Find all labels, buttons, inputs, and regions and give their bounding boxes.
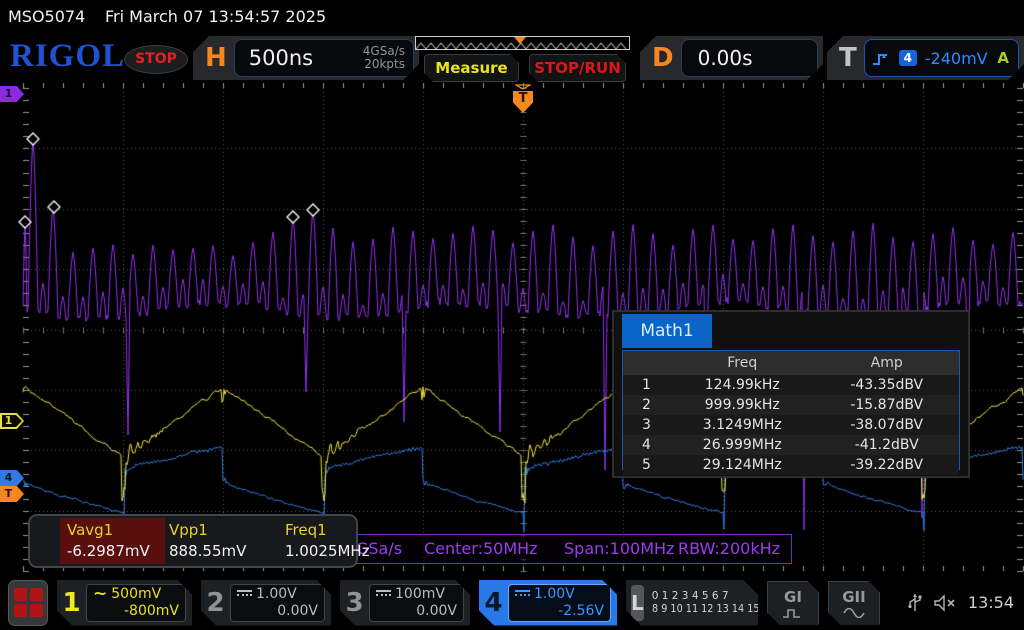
- dc-coupling-icon: [515, 590, 530, 598]
- peak-table: Freq Amp 1124.99kHz-43.35dBV 2999.99kHz-…: [622, 350, 960, 470]
- datetime-text: Fri March 07 13:54:57 2025: [105, 7, 326, 26]
- preview-trigger-marker-icon[interactable]: [514, 37, 526, 44]
- math1-peak-table-popup: Math1 Freq Amp 1124.99kHz-43.35dBV 2999.…: [612, 310, 970, 478]
- channel-1-block[interactable]: 1 ~ 500mV -800mV: [57, 580, 192, 626]
- ch3-scale: 100mV: [395, 586, 445, 603]
- delay-label: D: [652, 43, 674, 73]
- clock: 13:54: [968, 593, 1014, 612]
- trigger-source-badge: 4: [899, 50, 917, 66]
- memory-depth: 20kpts: [363, 58, 405, 71]
- delay-settings-group[interactable]: D 0.00s: [640, 36, 823, 80]
- peak-row: 529.124MHz-39.22dBV: [623, 455, 959, 475]
- ch3-offset: 0.00V: [416, 603, 457, 620]
- usb-icon: [908, 593, 922, 613]
- measurement-popup: Vavg1 -6.2987mV Vpp1 888.55mV Freq1 1.00…: [28, 514, 358, 568]
- delay-box[interactable]: 0.00s: [681, 39, 818, 77]
- trigger-position-outline-icon: [515, 84, 531, 90]
- trigger-label: T: [839, 43, 857, 73]
- run-state-badge[interactable]: STOP: [124, 45, 188, 74]
- ac-coupling-icon: ~: [93, 589, 107, 599]
- measurement-freq1[interactable]: Freq1 1.0025MHz: [278, 518, 365, 564]
- channel-4-block[interactable]: 4 1.00V -2.56V: [479, 580, 617, 626]
- measurement-vpp1[interactable]: Vpp1 888.55mV: [162, 518, 265, 564]
- acquisition-info: 4GSa/s 20kpts: [363, 45, 413, 71]
- ch2-scale: 1.00V: [256, 586, 297, 603]
- generator-2-button[interactable]: GII: [828, 581, 880, 625]
- horizontal-settings-group[interactable]: H 500ns 4GSa/s 20kpts: [193, 36, 419, 80]
- trigger-level-value: -240mV: [925, 49, 988, 68]
- oscilloscope-screen: MSO5074 Fri March 07 13:54:57 2025 RIGOL…: [0, 0, 1024, 630]
- waveform-preview-strip[interactable]: [415, 36, 630, 50]
- rigol-logo: RIGOL: [10, 40, 125, 73]
- square-wave-icon: [782, 608, 804, 618]
- logic-channels-block[interactable]: L 0 1 2 3 4 5 6 7 8 9 10 11 12 13 14 15: [626, 580, 758, 626]
- fft-span: Span:100MHz: [564, 539, 674, 558]
- ch4-offset: -2.56V: [558, 603, 604, 620]
- ch3-number: 3: [340, 588, 369, 618]
- model-name: MSO5074: [8, 7, 85, 26]
- peak-row: 2999.99kHz-15.87dBV: [623, 395, 959, 415]
- top-info-bar: MSO5074 Fri March 07 13:54:57 2025: [0, 0, 1024, 30]
- col-freq: Freq: [670, 351, 814, 375]
- ch4-number: 4: [479, 588, 508, 618]
- col-amp: Amp: [815, 351, 959, 375]
- horizontal-label: H: [205, 43, 227, 73]
- speaker-muted-icon: [933, 594, 957, 612]
- logic-row-1: 0 1 2 3 4 5 6 7: [652, 590, 769, 603]
- trigger-box[interactable]: 4 -240mV A: [864, 39, 1019, 77]
- stop-run-button[interactable]: STOP/RUN: [529, 54, 626, 82]
- ch2-offset: 0.00V: [277, 603, 318, 620]
- generator-1-button[interactable]: GI: [767, 581, 819, 625]
- peak-table-header: Freq Amp: [623, 351, 959, 375]
- dc-coupling-icon: [376, 590, 391, 598]
- peak-row: 426.999MHz-41.2dBV: [623, 435, 959, 455]
- channel-3-block[interactable]: 3 100mV 0.00V: [340, 580, 470, 626]
- ch1-number: 1: [57, 588, 86, 618]
- fft-center-freq: Center:50MHz: [424, 539, 538, 558]
- logic-row-2: 8 9 10 11 12 13 14 15: [652, 603, 760, 616]
- ch2-number: 2: [201, 588, 230, 618]
- bottom-status-bar: 1 ~ 500mV -800mV 2 1.00V 0.00V 3: [0, 575, 1024, 630]
- rising-edge-trigger-icon: [871, 50, 891, 67]
- delay-value: 0.00s: [698, 46, 753, 70]
- math1-tab[interactable]: Math1: [622, 314, 712, 348]
- fft-rbw: RBW:200kHz: [678, 539, 780, 558]
- logic-label: L: [631, 585, 644, 621]
- ch1-offset: -800mV: [124, 603, 179, 620]
- fft-status-bar: GSa/s Center:50MHz Span:100MHz RBW:200kH…: [338, 534, 792, 564]
- timebase-box[interactable]: 500ns 4GSa/s 20kpts: [234, 39, 414, 77]
- trigger-settings-group[interactable]: T 4 -240mV A: [827, 36, 1024, 80]
- peak-row: 33.1249MHz-38.07dBV: [623, 415, 959, 435]
- dc-coupling-icon: [237, 590, 252, 598]
- channel-2-block[interactable]: 2 1.00V 0.00V: [201, 580, 331, 626]
- ch4-scale: 1.00V: [534, 586, 575, 603]
- timebase-value: 500ns: [249, 46, 313, 70]
- trigger-mode: A: [997, 49, 1009, 67]
- sine-wave-icon: [843, 608, 865, 618]
- peak-row: 1124.99kHz-43.35dBV: [623, 375, 959, 395]
- menu-button[interactable]: [8, 580, 48, 626]
- ch1-scale: 500mV: [111, 586, 161, 603]
- measure-button[interactable]: Measure: [424, 54, 519, 82]
- measurement-vavg1[interactable]: Vavg1 -6.2987mV: [60, 518, 165, 564]
